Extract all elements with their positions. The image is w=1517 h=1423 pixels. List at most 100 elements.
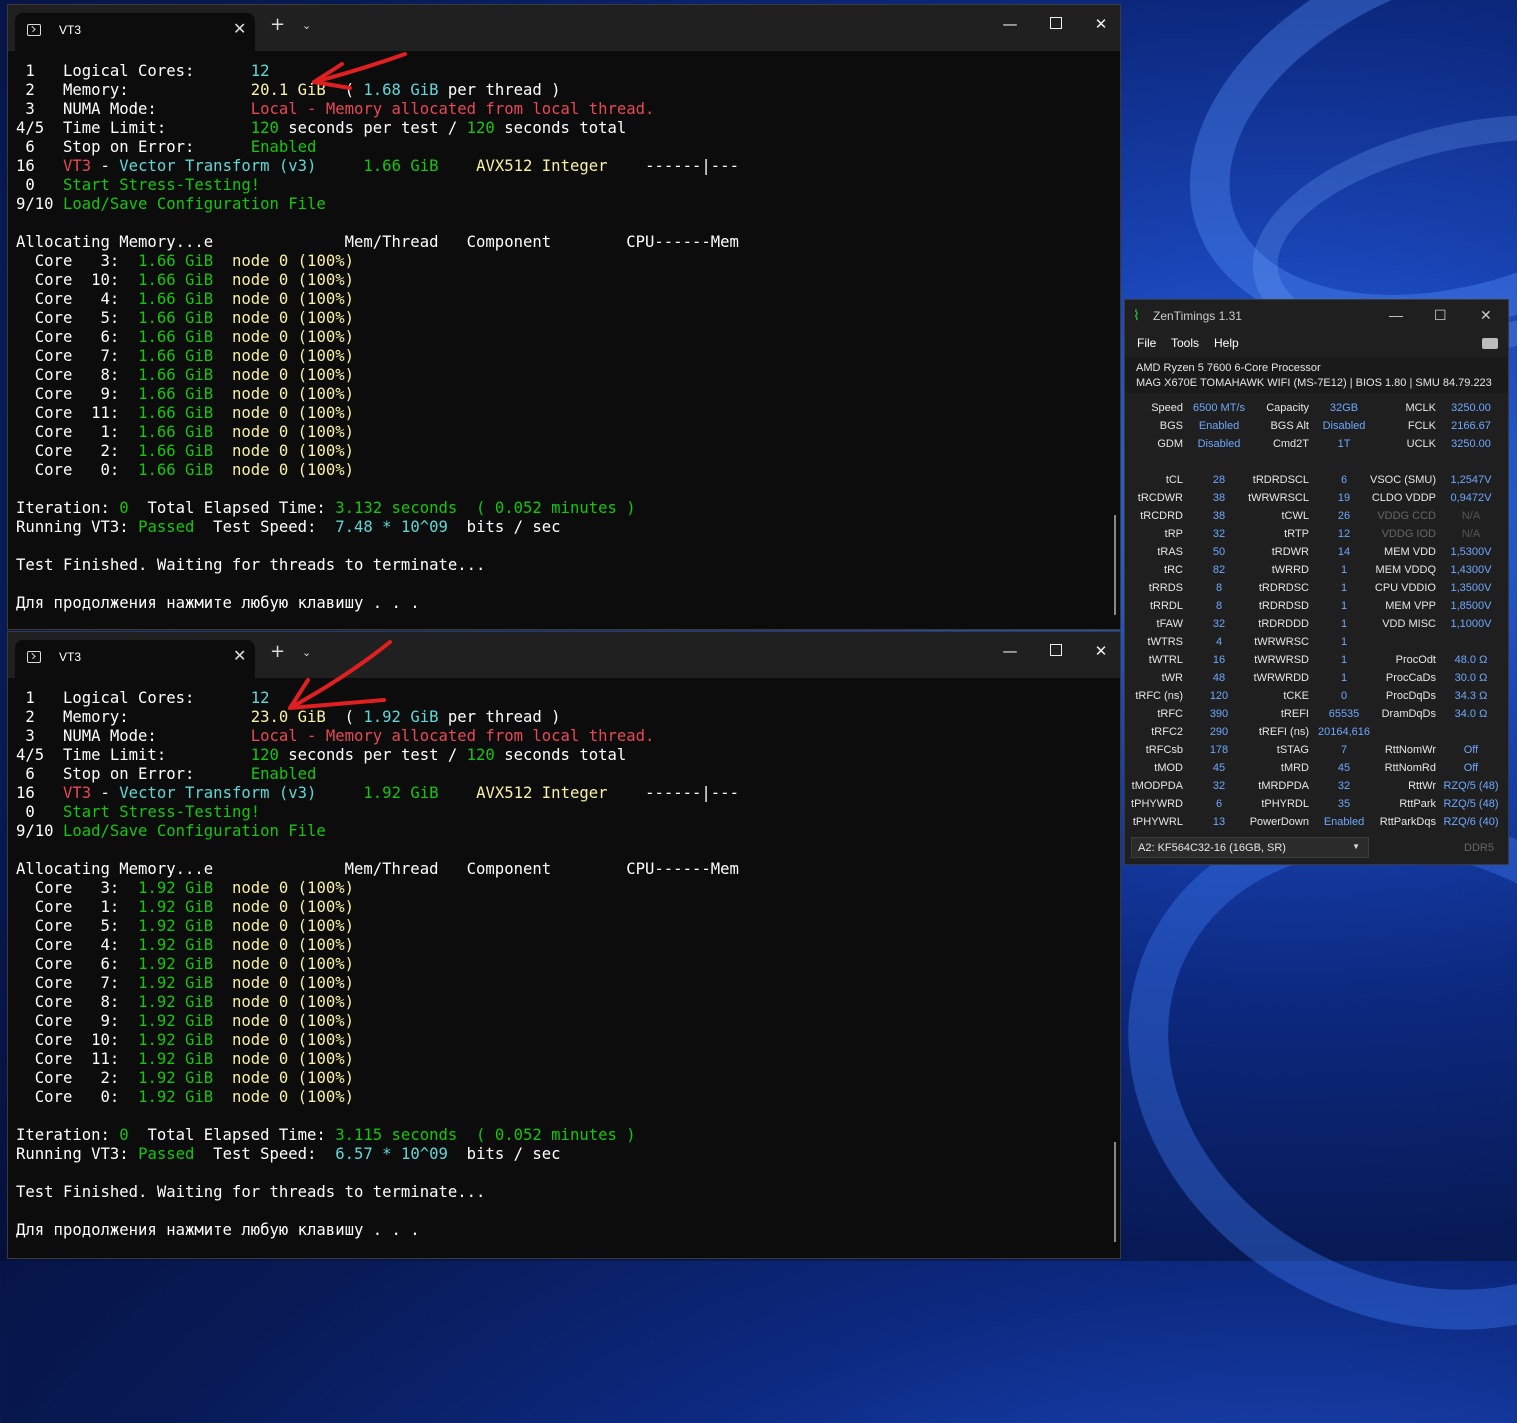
- timing-label: tRFC: [1157, 708, 1183, 720]
- close-tab-icon[interactable]: ✕: [233, 646, 246, 665]
- terminal-line: Core 7: 1.92 GiB node 0 (100%): [16, 974, 1106, 993]
- scrollbar[interactable]: [1114, 1142, 1116, 1242]
- timing-label: tRDRDSCL: [1252, 474, 1309, 486]
- timing-value: 82: [1212, 564, 1226, 576]
- terminal-line: 9/10 Load/Save Configuration File: [16, 195, 1106, 214]
- menu-tools[interactable]: Tools: [1171, 336, 1199, 350]
- timing-label: tRAS: [1157, 546, 1183, 558]
- camera-icon[interactable]: [1482, 338, 1498, 349]
- terminal-output[interactable]: 1 Logical Cores: 12 2 Memory: 20.1 GiB (…: [16, 62, 1106, 629]
- terminal-text: -: [91, 784, 120, 802]
- timing-label: VDDG IOD: [1381, 528, 1436, 540]
- timing-value: 8: [1215, 582, 1223, 594]
- timing-value: 38: [1212, 492, 1226, 504]
- close-button[interactable]: ✕: [1091, 15, 1111, 33]
- terminal-text: 1.92 GiB: [138, 879, 214, 897]
- terminal-window[interactable]: VT3 ✕ + ⌄ — ✕ 1 Logical Cores: 12 2 Memo…: [7, 631, 1121, 1259]
- terminal-text: 1.66 GiB: [138, 290, 214, 308]
- timing-value: 48.0 Ω: [1454, 654, 1488, 666]
- tab-title: VT3: [59, 23, 82, 37]
- terminal-text: Core 0:: [16, 1088, 139, 1106]
- timing-value: 45: [1212, 762, 1226, 774]
- terminal-line: Core 8: 1.66 GiB node 0 (100%): [16, 366, 1106, 385]
- terminal-text: node 0 (100%): [213, 1069, 354, 1087]
- terminal-line: Core 2: 1.92 GiB node 0 (100%): [16, 1069, 1106, 1088]
- terminal-output[interactable]: 1 Logical Cores: 12 2 Memory: 23.0 GiB (…: [16, 689, 1106, 1258]
- terminal-text: Core 1:: [16, 423, 139, 441]
- timing-value: 8: [1215, 600, 1223, 612]
- terminal-text: 9/10: [16, 822, 63, 840]
- timings-grid: Speed 6500 MT/s Capacity 32GB MCLK 3250.00 BGS…: [1125, 400, 1508, 830]
- terminal-text: Для продолжения нажмите любую клавишу . …: [16, 1221, 420, 1239]
- timing-value: 1T: [1337, 438, 1351, 450]
- timings-row: tRRDS 8 tRDRDSC 1 CPU VDDIO 1,3500V: [1125, 580, 1508, 598]
- terminal-line: Core 4: 1.66 GiB node 0 (100%): [16, 290, 1106, 309]
- timing-label: tRTP: [1284, 528, 1309, 540]
- timing-label: tMRD: [1280, 762, 1309, 774]
- terminal-text: node 0 (100%): [213, 252, 354, 270]
- terminal-text: ( 0.052 minutes ): [457, 1126, 636, 1144]
- timing-value: 1: [1340, 654, 1348, 666]
- close-button[interactable]: ✕: [1480, 307, 1492, 324]
- timing-label: tWRWRSC: [1254, 636, 1309, 648]
- terminal-text: node 0 (100%): [213, 309, 354, 327]
- tab-vt3[interactable]: VT3 ✕: [15, 13, 255, 51]
- tab-vt3[interactable]: VT3 ✕: [15, 640, 255, 678]
- timing-value: 32: [1337, 780, 1351, 792]
- terminal-window[interactable]: VT3 ✕ + ⌄ — ✕ 1 Logical Cores: 12 2 Memo…: [7, 4, 1121, 630]
- minimize-button[interactable]: —: [1389, 307, 1403, 323]
- close-tab-icon[interactable]: ✕: [233, 19, 246, 38]
- terminal-text: 1.92 GiB: [138, 1069, 214, 1087]
- terminal-text: 1.66 GiB: [138, 404, 214, 422]
- terminal-text: Core 9:: [16, 385, 139, 403]
- terminal-text: 1.92 GiB: [138, 974, 214, 992]
- terminal-text: 6 Stop on Error:: [16, 138, 251, 156]
- scrollbar[interactable]: [1114, 515, 1116, 615]
- timing-label: RttWr: [1408, 780, 1436, 792]
- timing-value: 7: [1340, 744, 1348, 756]
- timing-label: Cmd2T: [1272, 438, 1309, 450]
- terminal-text: 1.92 GiB: [138, 1012, 214, 1030]
- timing-label: MEM VDD: [1384, 546, 1436, 558]
- terminal-line: 0 Start Stress-Testing!: [16, 803, 1106, 822]
- terminal-line: 4/5 Time Limit: 120 seconds per test / 1…: [16, 119, 1106, 138]
- minimize-button[interactable]: —: [1000, 15, 1020, 33]
- zentimings-window[interactable]: ⌇ ZenTimings 1.31 — ☐ ✕ File Tools Help …: [1124, 299, 1509, 865]
- timing-value: 1,3500V: [1450, 582, 1492, 594]
- timing-label: tRP: [1164, 528, 1183, 540]
- new-tab-icon[interactable]: +: [270, 16, 285, 34]
- menu-file[interactable]: File: [1137, 336, 1156, 350]
- terminal-text: 0: [119, 1126, 129, 1144]
- terminal-text: per thread ): [438, 81, 561, 99]
- timing-label: tCL: [1165, 474, 1183, 486]
- timing-label: tRFCsb: [1145, 744, 1183, 756]
- module-select[interactable]: A2: KF564C32-16 (16GB, SR) ▼: [1131, 837, 1369, 858]
- terminal-text: 3 NUMA Mode:: [16, 727, 251, 745]
- timing-label: tREFI: [1280, 708, 1309, 720]
- terminal-line: Iteration: 0 Total Elapsed Time: 3.132 s…: [16, 499, 1106, 518]
- terminal-line: Running VT3: Passed Test Speed: 6.57 * 1…: [16, 1145, 1106, 1164]
- terminal-text: Core 8:: [16, 993, 139, 1011]
- timing-value: 6: [1215, 798, 1223, 810]
- maximize-button[interactable]: [1046, 642, 1066, 660]
- board-info: MAG X670E TOMAHAWK WIFI (MS-7E12) | BIOS…: [1136, 377, 1492, 389]
- terminal-text: node 0 (100%): [213, 955, 354, 973]
- menu-help[interactable]: Help: [1214, 336, 1239, 350]
- minimize-button[interactable]: —: [1000, 642, 1020, 660]
- timings-row: tPHYWRD 6 tPHYRDL 35 RttPark RZQ/5 (48): [1125, 796, 1508, 814]
- maximize-button[interactable]: ☐: [1434, 307, 1447, 324]
- terminal-line: Test Finished. Waiting for threads to te…: [16, 556, 1106, 575]
- terminal-text: 1.66 GiB: [138, 423, 214, 441]
- maximize-button[interactable]: [1046, 15, 1066, 33]
- terminal-text: 1.66 GiB: [138, 252, 214, 270]
- terminal-line: Core 7: 1.66 GiB node 0 (100%): [16, 347, 1106, 366]
- terminal-text: 1.92 GiB: [138, 898, 214, 916]
- tab-bar: VT3 ✕ + ⌄ — ✕: [8, 632, 1120, 678]
- chevron-down-icon[interactable]: ⌄: [302, 19, 311, 32]
- timing-label: tRCDRD: [1140, 510, 1183, 522]
- module-select-value: A2: KF564C32-16 (16GB, SR): [1138, 842, 1286, 854]
- timing-label: tRFC (ns): [1135, 690, 1183, 702]
- close-button[interactable]: ✕: [1091, 642, 1111, 660]
- terminal-text: node 0 (100%): [213, 993, 354, 1011]
